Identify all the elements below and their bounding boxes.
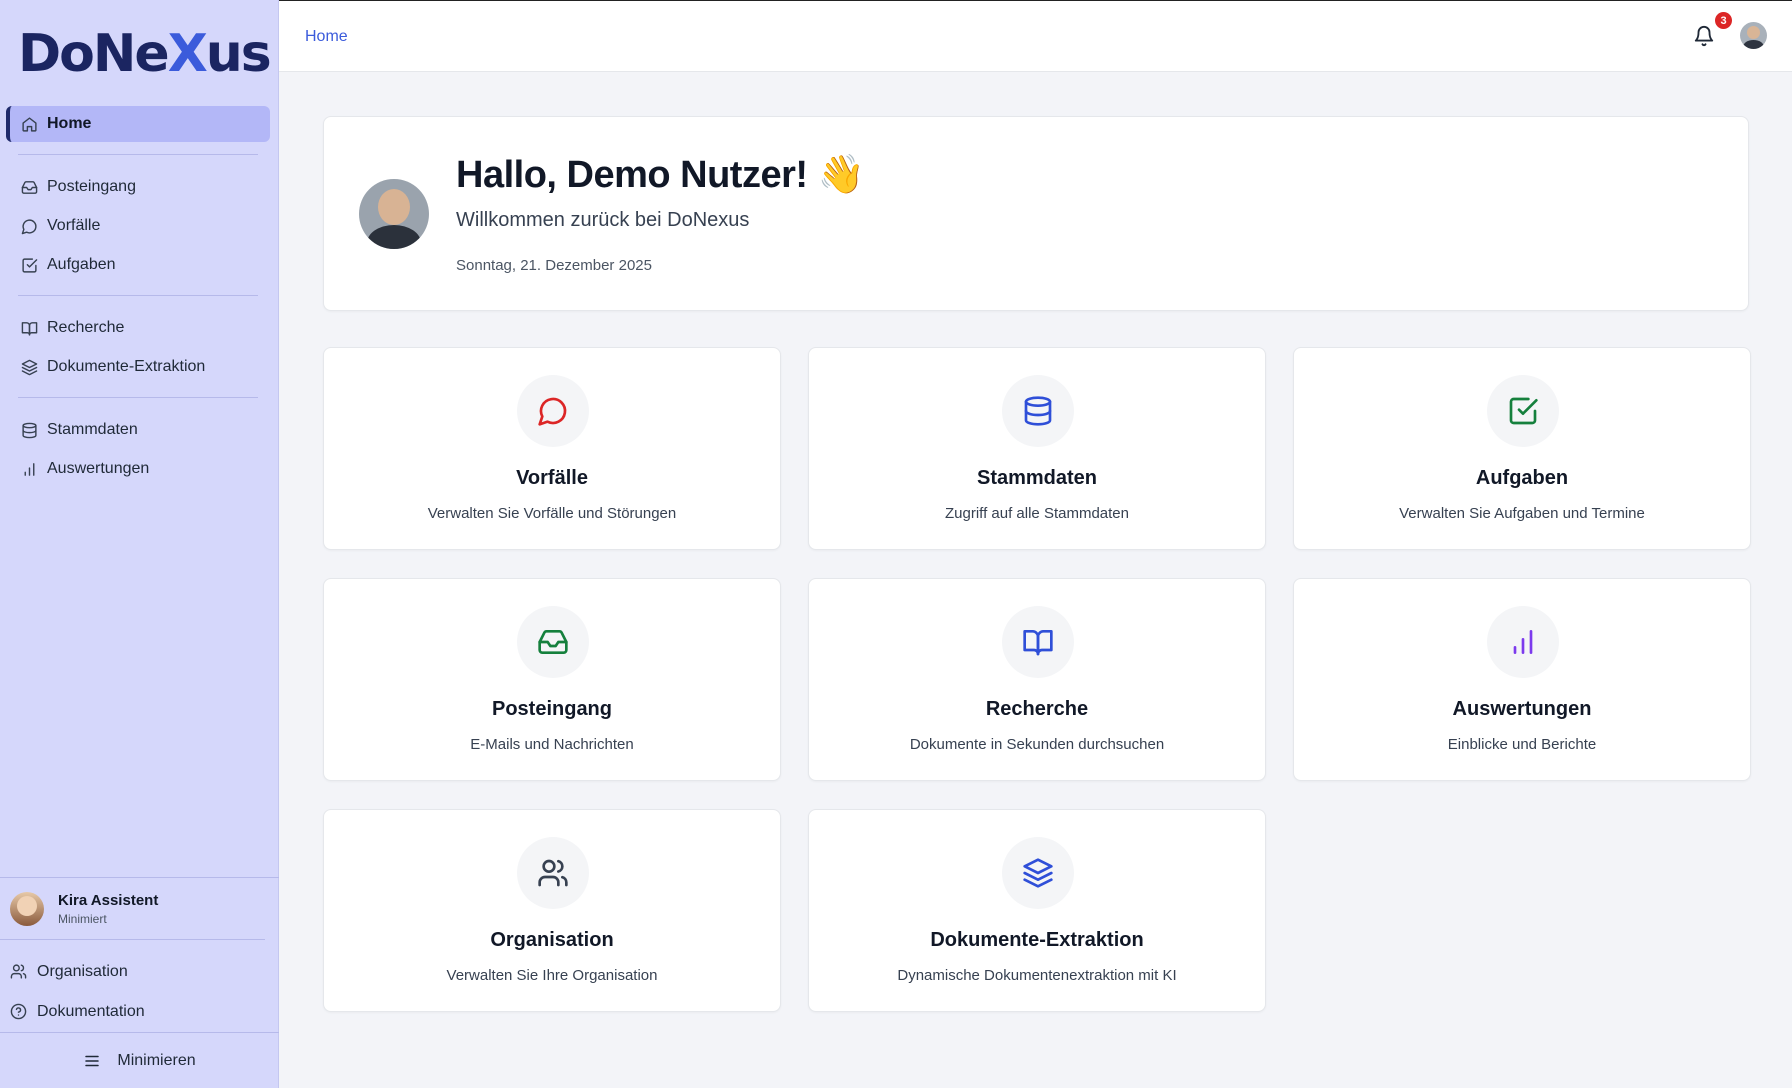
message-circle-icon <box>517 375 589 447</box>
breadcrumb-home[interactable]: Home <box>305 28 348 46</box>
minimize-button[interactable]: Minimieren <box>0 1032 279 1088</box>
tile-description: Zugriff auf alle Stammdaten <box>945 505 1129 522</box>
tile-title: Recherche <box>985 698 1089 720</box>
assistant-widget[interactable]: Kira Assistent Minimiert <box>0 877 279 939</box>
tile-title: Aufgaben <box>1475 467 1569 489</box>
sidebar: DoNeXus Home Posteingang Vorfälle Aufgaben R… <box>0 0 279 1088</box>
tile-title: Auswertungen <box>1452 698 1592 720</box>
inbox-icon <box>20 178 38 196</box>
check-square-icon <box>20 256 38 274</box>
top-bar: Home 3 <box>279 0 1792 72</box>
welcome-avatar <box>359 179 429 249</box>
tile-title: Dokumente-Extraktion <box>930 929 1144 951</box>
layers-icon <box>20 358 38 376</box>
sidebar-link-label: Organisation <box>37 963 128 980</box>
book-open-icon <box>1002 606 1074 678</box>
users-icon <box>517 837 589 909</box>
message-circle-icon <box>20 217 38 235</box>
welcome-card: Hallo, Demo Nutzer! 👋 Willkommen zurück … <box>323 116 1749 311</box>
database-icon <box>20 421 38 439</box>
tile-description: Einblicke und Berichte <box>1447 736 1597 753</box>
tile-auswertungen[interactable]: Auswertungen Einblicke und Berichte <box>1293 578 1751 781</box>
tile-title: Vorfälle <box>516 467 588 489</box>
nav-divider <box>18 154 258 155</box>
inbox-icon <box>517 606 589 678</box>
assistant-name: Kira Assistent <box>58 891 159 909</box>
tile-aufgaben[interactable]: Aufgaben Verwalten Sie Aufgaben und Termi… <box>1293 347 1751 550</box>
tile-description: Verwalten Sie Vorfälle und Störungen <box>427 505 677 522</box>
bar-chart-icon <box>1487 606 1559 678</box>
tile-organisation[interactable]: Organisation Verwalten Sie Ihre Organisat… <box>323 809 781 1012</box>
layers-icon <box>1002 837 1074 909</box>
sidebar-item-posteingang[interactable]: Posteingang <box>6 169 270 205</box>
check-square-icon <box>1487 375 1559 447</box>
assistant-avatar <box>10 891 44 926</box>
tile-description: Dynamische Dokumentenextraktion mit KI <box>897 967 1177 984</box>
tile-recherche[interactable]: Recherche Dokumente in Sekunden durchsuch… <box>808 578 1266 781</box>
tile-title: Posteingang <box>491 698 612 720</box>
brand-logo[interactable]: DoNeXus <box>18 24 272 84</box>
tile-stammdaten[interactable]: Stammdaten Zugriff auf alle Stammdaten <box>808 347 1266 550</box>
tile-title: Stammdaten <box>976 467 1098 489</box>
sidebar-item-label: Auswertungen <box>47 460 150 477</box>
sidebar-nav: Home Posteingang Vorfälle Aufgaben Recherche… <box>6 106 270 490</box>
tile-title: Organisation <box>490 929 614 951</box>
sidebar-link-organisation[interactable]: Organisation <box>0 952 265 992</box>
menu-icon <box>83 1052 101 1070</box>
sidebar-item-vorfaelle[interactable]: Vorfälle <box>6 208 270 244</box>
welcome-date: Sonntag, 21. Dezember 2025 <box>456 257 652 274</box>
nav-divider <box>18 397 258 398</box>
database-icon <box>1002 375 1074 447</box>
notification-badge: 3 <box>1715 12 1732 29</box>
welcome-title: Hallo, Demo Nutzer! 👋 <box>456 154 865 196</box>
sidebar-item-dokumente-extraktion[interactable]: Dokumente-Extraktion <box>6 349 270 385</box>
help-circle-icon <box>10 1003 28 1021</box>
tile-description: Verwalten Sie Aufgaben und Termine <box>1399 505 1645 522</box>
nav-divider <box>18 295 258 296</box>
tile-vorfaelle[interactable]: Vorfälle Verwalten Sie Vorfälle und Störu… <box>323 347 781 550</box>
sidebar-bottom: Kira Assistent Minimiert Organisation Dok… <box>0 877 279 1088</box>
tile-description: Dokumente in Sekunden durchsuchen <box>909 736 1165 753</box>
sidebar-item-auswertungen[interactable]: Auswertungen <box>6 451 270 487</box>
sidebar-link-label: Dokumentation <box>37 1003 145 1020</box>
welcome-subtitle: Willkommen zurück bei DoNexus <box>456 209 750 231</box>
assistant-status: Minimiert <box>58 911 107 926</box>
sidebar-item-label: Posteingang <box>47 178 136 195</box>
bar-chart-icon <box>20 460 38 478</box>
tile-description: E-Mails und Nachrichten <box>470 736 634 753</box>
sidebar-item-label: Aufgaben <box>47 256 116 273</box>
sidebar-item-home[interactable]: Home <box>6 106 270 142</box>
tile-posteingang[interactable]: Posteingang E-Mails und Nachrichten <box>323 578 781 781</box>
sidebar-item-label: Home <box>47 115 92 132</box>
home-icon <box>20 115 38 133</box>
minimize-label: Minimieren <box>117 1051 196 1069</box>
user-avatar[interactable] <box>1740 22 1767 49</box>
tile-dokumente-extraktion[interactable]: Dokumente-Extraktion Dynamische Dokumente… <box>808 809 1266 1012</box>
sidebar-link-dokumentation[interactable]: Dokumentation <box>0 992 265 1032</box>
bottom-links: Organisation Dokumentation <box>0 939 265 1032</box>
sidebar-item-aufgaben[interactable]: Aufgaben <box>6 247 270 283</box>
sidebar-item-label: Vorfälle <box>47 217 101 234</box>
sidebar-item-label: Recherche <box>47 319 125 336</box>
sidebar-item-label: Dokumente-Extraktion <box>47 358 206 375</box>
sidebar-item-recherche[interactable]: Recherche <box>6 310 270 346</box>
sidebar-item-stammdaten[interactable]: Stammdaten <box>6 412 270 448</box>
tile-description: Verwalten Sie Ihre Organisation <box>446 967 658 984</box>
book-open-icon <box>20 319 38 337</box>
sidebar-item-label: Stammdaten <box>47 421 138 438</box>
bell-icon[interactable] <box>1693 25 1715 47</box>
users-icon <box>10 963 28 981</box>
